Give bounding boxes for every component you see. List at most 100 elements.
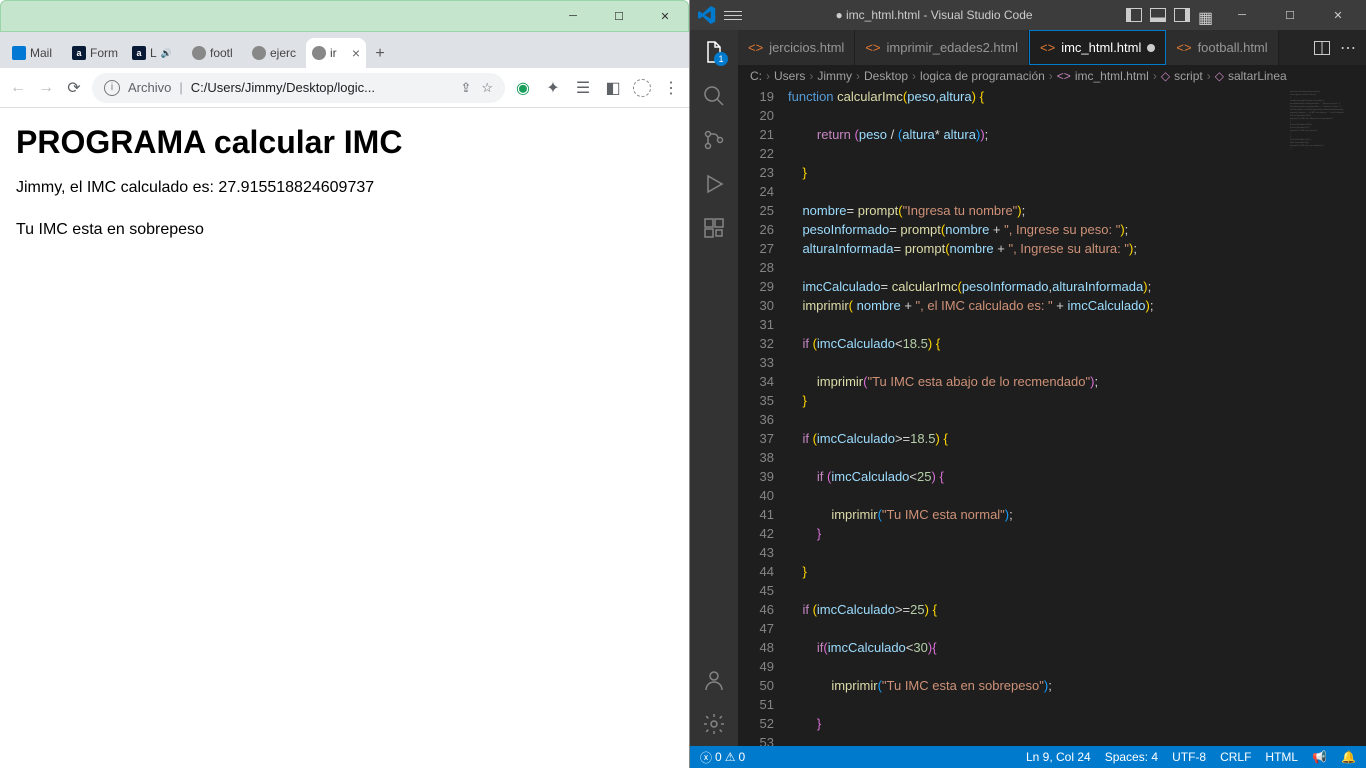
bookmark-icon[interactable]: ☆ [481,80,493,96]
chrome-close-button[interactable]: ✕ [642,0,688,32]
source-control-icon[interactable] [702,128,726,152]
vscode-maximize-button[interactable]: ☐ [1270,0,1310,30]
address-text: C:/Users/Jimmy/Desktop/logic... [191,80,375,95]
breadcrumb-separator: › [1049,69,1053,83]
hamburger-menu-icon[interactable] [724,11,742,20]
extensions-icon[interactable]: ✦ [543,78,563,98]
breadcrumbs[interactable]: C: › Users › Jimmy › Desktop › logica de program… [738,65,1366,87]
chrome-tab[interactable]: footl [186,38,246,68]
chrome-titlebar[interactable]: ─ ☐ ✕ [0,0,689,32]
chrome-tab[interactable]: ejerc [246,38,306,68]
status-problems[interactable]: ⓧ0 ⚠0 [700,749,745,766]
line-gutter: 1920212223242526272829303132333435363738… [738,87,788,746]
vscode-title: ● imc_html.html - Visual Studio Code [750,8,1118,22]
search-icon[interactable] [702,84,726,108]
breadcrumb-item[interactable]: Desktop [864,69,908,83]
breadcrumb-separator: › [809,69,813,83]
split-editor-icon[interactable] [1314,41,1330,55]
chrome-tab[interactable]: ir× [306,38,366,68]
breadcrumb-item[interactable]: Jimmy [817,69,852,83]
html-file-icon: <> [1040,40,1055,55]
editor-tab-label: imprimir_edades2.html [887,40,1019,55]
chrome-tab[interactable]: aL🔊 [126,38,186,68]
layout-sidebar-right-icon[interactable] [1174,8,1190,22]
status-cursor[interactable]: Ln 9, Col 24 [1026,750,1091,764]
editor-tab[interactable]: <>football.html [1166,30,1278,65]
chrome-tab[interactable]: a Form [66,38,126,68]
status-encoding[interactable]: UTF-8 [1172,750,1206,764]
minimap[interactable]: function calcularImc(peso,altura) { retu… [1286,87,1366,746]
side-panel-icon[interactable]: ◧ [603,78,623,98]
html-file-icon: <> [865,40,880,55]
back-button[interactable]: ← [8,78,28,98]
modified-dot-icon [1147,44,1155,52]
warning-icon: ⚠ [725,750,736,764]
extension-ghostery-icon[interactable]: ◉ [513,78,533,98]
breadcrumb-item[interactable]: logica de programación [920,69,1045,83]
status-eol[interactable]: CRLF [1220,750,1251,764]
vscode-titlebar[interactable]: ● imc_html.html - Visual Studio Code ▦ ─… [690,0,1366,30]
editor-tab-label: football.html [1198,40,1268,55]
layout-customize-icon[interactable]: ▦ [1198,8,1214,22]
breadcrumb-item[interactable]: imc_html.html [1075,69,1149,83]
breadcrumb-separator: › [856,69,860,83]
breadcrumb-item[interactable]: Users [774,69,805,83]
editor-tab-actions: ⋯ [1304,30,1366,65]
breadcrumb-separator: › [1153,69,1157,83]
page-content: PROGRAMA calcular IMC Jimmy, el IMC calc… [0,108,689,768]
breadcrumb-item[interactable]: C: [750,69,762,83]
tab-label: Form [90,46,118,60]
imc-status-text: Tu IMC esta en sobrepeso [16,221,673,239]
site-info-icon[interactable]: i [104,80,120,96]
run-debug-icon[interactable] [702,172,726,196]
editor-tab[interactable]: <> imprimir_edades2.html [855,30,1029,65]
editor-tab-bar: <>jercicios.html<>imprimir_edades2.html<… [738,30,1366,65]
vscode-close-button[interactable]: ✕ [1318,0,1358,30]
breadcrumb-separator: › [766,69,770,83]
chrome-menu-icon[interactable]: ⋮ [661,78,681,98]
share-icon[interactable]: ⇪ [460,80,471,96]
settings-gear-icon[interactable] [702,712,726,736]
chrome-tab[interactable]: Mail [6,38,66,68]
vscode-logo-icon [698,6,716,24]
error-icon: ⓧ [700,749,712,766]
forward-button[interactable]: → [36,78,56,98]
reload-button[interactable]: ⟳ [64,78,84,98]
chrome-maximize-button[interactable]: ☐ [596,0,642,32]
editor-tab[interactable]: <>imc_html.html [1029,30,1166,65]
imc-result-text: Jimmy, el IMC calculado es: 27.915518824… [16,179,673,197]
address-bar[interactable]: i Archivo | C:/Users/Jimmy/Desktop/logic… [92,73,505,103]
status-lang[interactable]: HTML [1265,750,1298,764]
address-prefix: Archivo [128,80,171,95]
editor-more-icon[interactable]: ⋯ [1340,38,1356,58]
status-feedback-icon[interactable]: 📢 [1312,750,1327,764]
extensions-icon[interactable] [702,216,726,240]
tab-close-icon[interactable]: × [352,45,360,61]
profile-icon[interactable] [633,79,651,97]
new-tab-button[interactable]: + [366,40,394,68]
reading-list-icon[interactable]: ☰ [573,78,593,98]
breadcrumb-item[interactable]: script [1174,69,1203,83]
layout-sidebar-left-icon[interactable] [1126,8,1142,22]
editor-tab[interactable]: <>jercicios.html [738,30,855,65]
chrome-minimize-button[interactable]: ─ [550,0,596,32]
favicon-icon: a [72,46,86,60]
favicon-icon [252,46,266,60]
status-bell-icon[interactable]: 🔔 [1341,750,1356,764]
chrome-toolbar: ← → ⟳ i Archivo | C:/Users/Jimmy/Desktop… [0,68,689,108]
code-content[interactable]: function calcularImc(peso,altura) { retu… [788,87,1286,746]
breadcrumb-item[interactable]: saltarLinea [1228,69,1287,83]
favicon-icon [312,46,326,60]
activity-bar: 1 [690,30,738,746]
explorer-icon[interactable]: 1 [702,40,726,64]
breadcrumb-icon: <> [1057,69,1071,83]
chrome-window: ─ ☐ ✕ Maila Form aL🔊footl ejerc ir×+ ← → ⟳ i… [0,0,690,768]
code-editor[interactable]: 1920212223242526272829303132333435363738… [738,87,1366,746]
account-icon[interactable] [702,668,726,692]
vscode-minimize-button[interactable]: ─ [1222,0,1262,30]
status-bar: ⓧ0 ⚠0 Ln 9, Col 24 Spaces: 4 UTF-8 CRLF … [690,746,1366,768]
status-spaces[interactable]: Spaces: 4 [1105,750,1158,764]
chrome-tab-strip: Maila Form aL🔊footl ejerc ir×+ [0,32,689,68]
layout-panel-icon[interactable] [1150,8,1166,22]
tab-label: ejerc [270,46,296,60]
